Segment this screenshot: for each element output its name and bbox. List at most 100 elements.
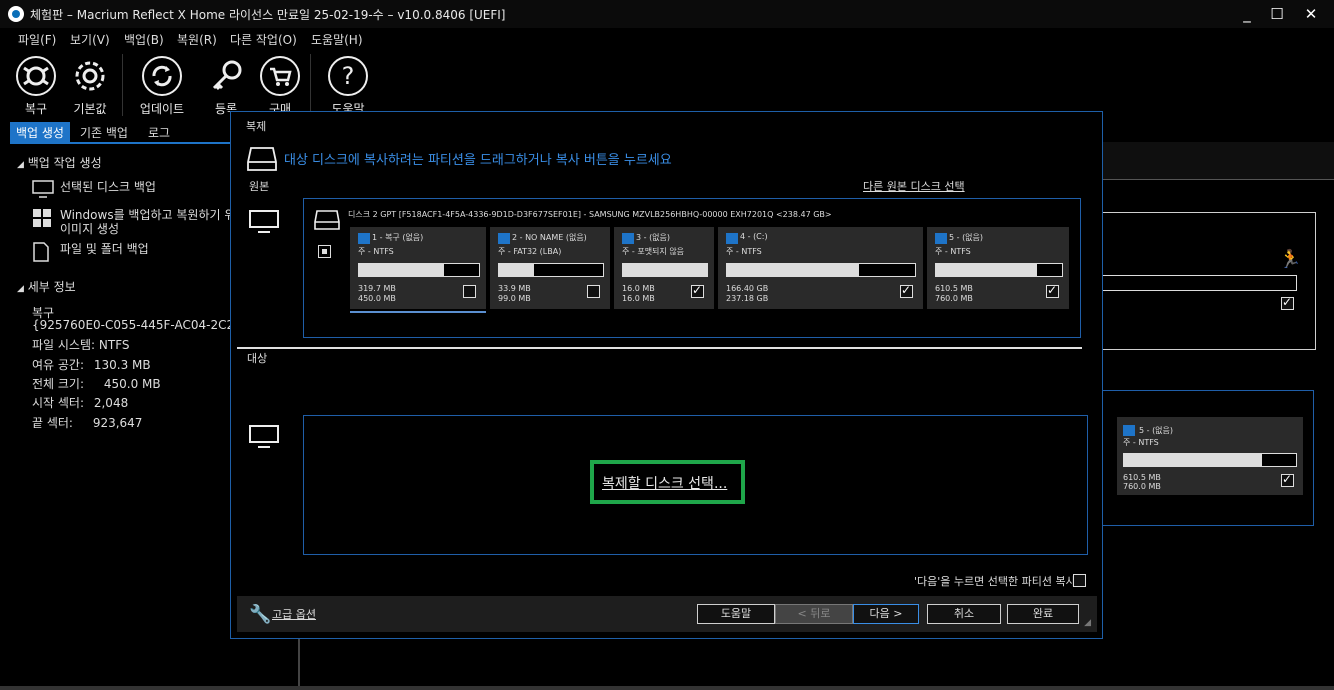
tab-existing-backups[interactable]: 기존 백업 — [74, 122, 134, 142]
next-button[interactable]: 다음 > — [853, 604, 919, 624]
partition-total: 450.0 MB — [358, 294, 396, 303]
section-details[interactable]: ◢ 세부 정보 — [17, 278, 76, 295]
partition-checkbox[interactable] — [463, 285, 476, 298]
back-button[interactable]: < 뒤로 — [775, 604, 853, 624]
partition-type: 주 - NTFS — [358, 247, 394, 256]
partition-usage-bar — [726, 263, 916, 277]
tab-log[interactable]: 로그 — [142, 122, 176, 142]
menu-bar: 파일(F) 보기(V) 백업(B) 복원(R) 다른 작업(O) 도움말(H) — [0, 28, 1334, 50]
section-label: 백업 작업 생성 — [27, 156, 102, 170]
partition-usage-fill — [1124, 454, 1262, 466]
menu-file[interactable]: 파일(F) — [18, 31, 56, 48]
detail-total-size: 전체 크기: 450.0 MB — [32, 377, 161, 391]
partition-name: 5 - (없음) — [1139, 426, 1174, 435]
advanced-options-link[interactable]: 고급 옵션 — [272, 606, 316, 622]
partition-used: 319.7 MB — [358, 284, 396, 293]
task-label: 선택된 디스크 백업 — [60, 180, 156, 194]
app-logo-icon — [8, 6, 24, 22]
background-disk-panel: 🏃 — [1100, 212, 1316, 350]
toolbar-divider — [310, 54, 311, 116]
restore-button[interactable]: 복구 — [10, 56, 62, 116]
source-disk-panel: 디스크 2 GPT [F518ACF1-4F5A-4336-9D1D-D3F67… — [303, 198, 1081, 338]
partition-tile[interactable]: 1 - 복구 (없음) 주 - NTFS 319.7 MB 450.0 MB — [350, 227, 486, 313]
maximize-button[interactable]: ☐ — [1262, 4, 1292, 24]
partition-usage-fill — [936, 264, 1037, 276]
disk-select-checkbox[interactable] — [318, 245, 331, 258]
partition-tile[interactable]: 4 - (C:) 주 - NTFS 166.40 GB 237.18 GB — [718, 227, 923, 309]
windows-icon — [622, 233, 634, 244]
help-toolbar-button[interactable]: ? 도움말 — [322, 56, 374, 116]
partition-total: 237.18 GB — [726, 294, 769, 303]
menu-other-tasks[interactable]: 다른 작업(O) — [230, 31, 297, 48]
copy-on-next-checkbox[interactable] — [1073, 574, 1086, 587]
update-label: 업데이트 — [139, 102, 185, 116]
menu-restore[interactable]: 복원(R) — [177, 31, 217, 48]
partition-usage-fill — [359, 264, 445, 276]
target-disk-panel: 복제할 디스크 선택... — [303, 415, 1088, 555]
copy-on-next-label: '다음'을 누르면 선택한 파티션 복사 — [914, 575, 1076, 588]
background-usage-bar — [1101, 275, 1297, 291]
partition-total: 760.0 MB — [935, 294, 973, 303]
menu-help[interactable]: 도움말(H) — [311, 31, 363, 48]
defaults-button[interactable]: 기본값 — [64, 56, 116, 116]
update-button[interactable]: 업데이트 — [134, 56, 190, 116]
partition-total: 16.0 MB — [622, 294, 655, 303]
window-title: 체험판 – Macrium Reflect X Home 라이선스 만료일 25… — [30, 8, 506, 22]
resize-grip-icon[interactable]: ◢ — [1084, 618, 1091, 628]
partition-total: 99.0 MB — [498, 294, 531, 303]
partition-checkbox[interactable] — [1046, 283, 1059, 298]
finish-button[interactable]: 완료 — [1007, 604, 1079, 624]
partition-checkbox[interactable] — [691, 283, 704, 298]
background-checkbox[interactable] — [1281, 295, 1294, 310]
gear-icon — [70, 56, 110, 96]
help-button[interactable]: 도움말 — [697, 604, 775, 624]
partition-tile[interactable]: 3 - (없음) 주 - 포맷되지 않음 16.0 MB 16.0 MB — [614, 227, 714, 309]
monitor-icon — [249, 425, 279, 448]
task-backup-selected-disks[interactable]: 선택된 디스크 백업 — [32, 180, 156, 201]
partition-checkbox[interactable] — [1281, 472, 1294, 487]
task-label: Windows를 백업하고 복원하기 위 — [60, 208, 236, 222]
key-icon — [206, 56, 246, 96]
windows-icon — [358, 233, 370, 244]
dialog-instruction: 대상 디스크에 복사하려는 파티션을 드래그하거나 복사 버튼을 누르세요 — [284, 153, 672, 168]
partition-type: 주 - NTFS — [1123, 438, 1159, 447]
status-bar — [0, 686, 1334, 690]
partition-usage-fill — [623, 264, 707, 276]
title-bar: 체험판 – Macrium Reflect X Home 라이선스 만료일 25… — [0, 0, 1334, 28]
target-label: 대상 — [247, 352, 268, 365]
cancel-button[interactable]: 취소 — [927, 604, 1001, 624]
partition-used: 610.5 MB — [1123, 473, 1161, 482]
partition-tile[interactable]: 2 - NO NAME (없음) 주 - FAT32 (LBA) 33.9 MB… — [490, 227, 610, 309]
collapse-arrow-icon: ◢ — [17, 160, 24, 170]
partition-usage-fill — [727, 264, 859, 276]
disk-title: 디스크 2 GPT [F518ACF1-4F5A-4336-9D1D-D3F67… — [348, 210, 832, 219]
partition-tile[interactable]: 5 - (없음) 주 - NTFS 610.5 MB 760.0 MB — [927, 227, 1069, 309]
windows-icon — [726, 233, 738, 244]
left-panel: ◢ 백업 작업 생성 선택된 디스크 백업 Windows를 백업하고 복원하기… — [0, 148, 266, 690]
task-file-folder-backup[interactable]: 파일 및 폴더 백업 — [32, 242, 149, 265]
partition-usage-fill — [499, 264, 535, 276]
windows-icon — [498, 233, 510, 244]
detail-filesystem: 파일 시스템: NTFS — [32, 338, 130, 352]
monitor-icon — [32, 180, 54, 198]
section-create-backup-task[interactable]: ◢ 백업 작업 생성 — [17, 154, 102, 171]
select-other-source-link[interactable]: 다른 원본 디스크 선택 — [863, 178, 965, 194]
register-button[interactable]: 등록 — [200, 56, 252, 116]
minimize-button[interactable]: _ — [1232, 4, 1262, 24]
buy-button[interactable]: 구매 — [254, 56, 306, 116]
tab-create-backup[interactable]: 백업 생성 — [10, 122, 70, 142]
background-partition-tile: 5 - (없음) 주 - NTFS 610.5 MB 760.0 MB — [1117, 417, 1303, 495]
monitor-icon — [249, 210, 279, 233]
partition-name: 5 - (없음) — [949, 233, 984, 242]
select-disk-to-clone-link[interactable]: 복제할 디스크 선택... — [602, 473, 727, 493]
task-image-windows[interactable]: Windows를 백업하고 복원하기 위 이미지 생성 — [32, 208, 235, 236]
close-button[interactable]: ✕ — [1296, 4, 1326, 24]
partition-checkbox[interactable] — [587, 285, 600, 298]
partition-name: 4 - (C:) — [740, 232, 768, 241]
partition-type: 주 - 포맷되지 않음 — [622, 247, 685, 256]
menu-view[interactable]: 보기(V) — [70, 31, 110, 48]
windows-icon — [1123, 425, 1135, 436]
menu-backup[interactable]: 백업(B) — [124, 31, 164, 48]
partition-checkbox[interactable] — [900, 283, 913, 298]
hard-drive-icon — [247, 147, 277, 171]
